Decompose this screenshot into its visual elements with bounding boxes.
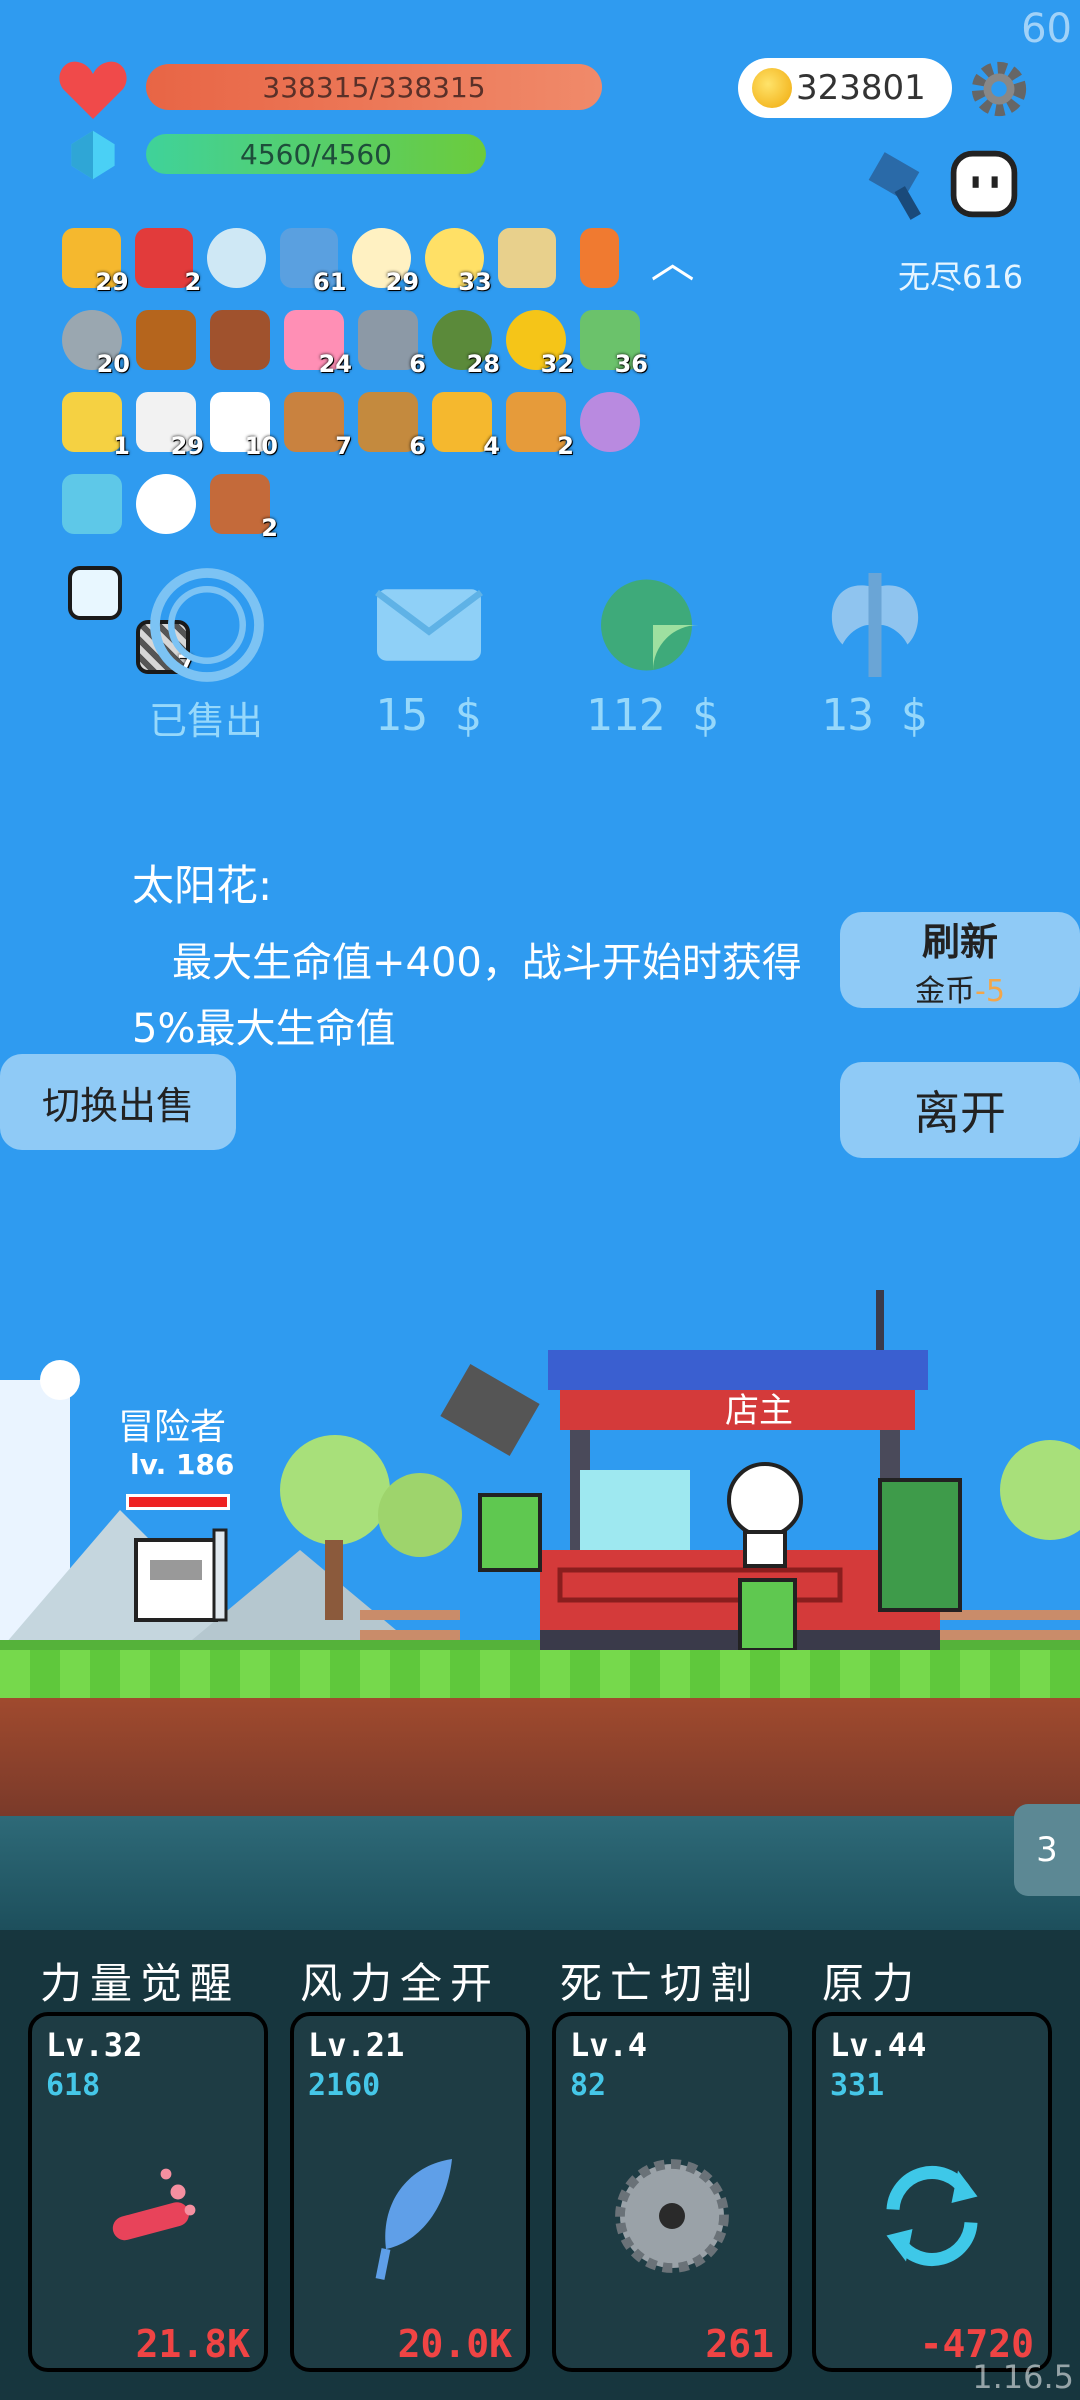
fps-counter: 60 — [1021, 6, 1072, 52]
skill-value: 331 — [830, 2068, 885, 2103]
hp-bar: 338315/338315 — [146, 64, 602, 110]
magnet-icon[interactable]: 2 — [134, 228, 201, 296]
skill-bottom-value: 20.0K — [397, 2322, 512, 2366]
endless-level: 无尽616 — [898, 258, 1024, 296]
mp-bar: 4560/4560 — [146, 134, 486, 174]
page-tab[interactable]: 3 — [1014, 1804, 1080, 1896]
shield-icon[interactable] — [580, 392, 640, 452]
skill-card[interactable]: Lv.44 331 -4720 — [812, 2012, 1052, 2372]
inventory-grid: 29 2 61 29 33 ︿ 20 24 6 28 32 36 1 29 10… — [62, 222, 702, 550]
meteor-icon[interactable]: 7 — [284, 392, 352, 460]
axe-icon[interactable]: 6 — [358, 310, 426, 378]
ground-dirt — [0, 1698, 1080, 1816]
collapse-chevron-icon[interactable]: ︿ — [643, 228, 702, 288]
saw-blade-icon — [615, 2159, 729, 2273]
skill-level: Lv.4 — [570, 2026, 648, 2064]
cash-heart-icon[interactable]: 36 — [580, 310, 648, 378]
coin-amount: 323801 — [796, 68, 926, 108]
lime-icon[interactable] — [588, 560, 718, 690]
bow-icon[interactable]: 6 — [358, 392, 426, 460]
refresh-label: 刷新 — [921, 919, 998, 964]
skill-name: 死亡切割 — [560, 1959, 761, 2008]
skill-name: 风力全开 — [300, 1959, 501, 2008]
torch-icon[interactable] — [580, 228, 620, 288]
skill-name: 原力 — [822, 1959, 923, 2008]
skill-level: Lv.21 — [308, 2026, 405, 2064]
battle-axe-icon[interactable] — [810, 560, 940, 690]
coin-stack-icon[interactable]: 4 — [432, 392, 500, 460]
ice-cream-icon[interactable]: 24 — [284, 310, 352, 378]
ghost-pet-icon — [950, 150, 1018, 218]
water-strip — [0, 1816, 1080, 1930]
skill-card[interactable]: Lv.32 618 21.8K — [28, 2012, 268, 2372]
shop-item-price: 15 $ — [375, 690, 481, 741]
shop-item-price: 112 $ — [585, 690, 719, 741]
inventory-row: 1 29 10 7 6 4 2 — [62, 386, 702, 460]
switch-sell-button[interactable]: 切换出售 — [0, 1054, 236, 1150]
sunflower-icon[interactable]: 32 — [506, 310, 574, 378]
book-icon[interactable]: 2 — [506, 392, 574, 460]
crown-icon[interactable]: 29 — [62, 228, 129, 296]
skill-name: 力量觉醒 — [40, 1959, 241, 2008]
treasure-map-icon[interactable] — [497, 228, 557, 288]
hero-name: 冒险者 — [118, 1407, 227, 1448]
star-card-icon[interactable]: 61 — [279, 228, 346, 296]
dice-icon[interactable]: 10 — [210, 392, 278, 460]
crystal-icon — [71, 130, 115, 180]
magnifier-icon[interactable] — [207, 228, 266, 288]
envelope-icon[interactable] — [364, 560, 494, 690]
skill-level: Lv.32 — [46, 2026, 143, 2064]
skill-value: 618 — [46, 2068, 101, 2103]
magic-wand-icon[interactable]: 1 — [62, 392, 130, 460]
hero-hp-bar — [126, 1494, 230, 1510]
coin-icon — [752, 68, 792, 108]
skill-value: 82 — [570, 2068, 607, 2103]
heart-icon — [59, 61, 127, 119]
pixel-sword-icon — [868, 152, 921, 220]
skill-bottom-value: 21.8K — [135, 2322, 250, 2366]
hero-level: lv. 186 — [130, 1448, 235, 1481]
feather-icon — [375, 2159, 452, 2280]
cards-icon[interactable]: 29 — [136, 392, 204, 460]
shop-item-label: 已售出 — [148, 699, 263, 743]
flag-icon[interactable]: 2 — [210, 474, 278, 542]
leave-button[interactable]: 离开 — [840, 1062, 1080, 1158]
egg-icon[interactable]: 29 — [352, 228, 419, 296]
cycle-icon — [886, 2166, 978, 2266]
grenade-icon[interactable]: 28 — [432, 310, 500, 378]
inventory-row: 20 24 6 28 32 36 — [62, 304, 702, 378]
inventory-row: 29 2 61 29 33 ︿ — [62, 222, 702, 296]
shop-item-price: 13 $ — [821, 690, 927, 741]
scroll-icon[interactable] — [62, 474, 122, 534]
item-desc-title: 太阳花: — [132, 861, 273, 910]
shopkeeper-sign: 店主 — [725, 1391, 793, 1431]
bulb-tile-icon[interactable] — [68, 566, 122, 620]
inventory-row: 2 — [62, 468, 702, 542]
skill-card[interactable]: Lv.21 2160 20.0K — [290, 2012, 530, 2372]
skill-card[interactable]: Lv.4 82 261 — [552, 2012, 792, 2372]
skill-value: 2160 — [308, 2068, 381, 2103]
coin-counter: 323801 — [738, 58, 952, 118]
skill-bottom-value: 261 — [705, 2322, 774, 2366]
ground-grass — [0, 1650, 1080, 1698]
version-label: 1.16.5 — [972, 2358, 1074, 2396]
compass-icon[interactable]: 20 — [62, 310, 130, 378]
item-desc-text: 最大生命值+400，战斗开始时获得5%最大生命值 — [132, 940, 802, 1052]
potion-icon — [112, 2168, 196, 2241]
cloud-icon[interactable] — [136, 474, 196, 534]
refresh-cost: 金币-5 — [915, 973, 1005, 1009]
chest-icon[interactable] — [136, 310, 196, 370]
refresh-button[interactable]: 刷新 金币-5 — [840, 912, 1080, 1009]
sold-circle-icon[interactable] — [142, 560, 272, 690]
chest-open-icon[interactable] — [210, 310, 270, 370]
gear-icon[interactable] — [968, 58, 1030, 120]
lightbulb-icon[interactable]: 33 — [425, 228, 492, 296]
skill-level: Lv.44 — [830, 2026, 927, 2064]
